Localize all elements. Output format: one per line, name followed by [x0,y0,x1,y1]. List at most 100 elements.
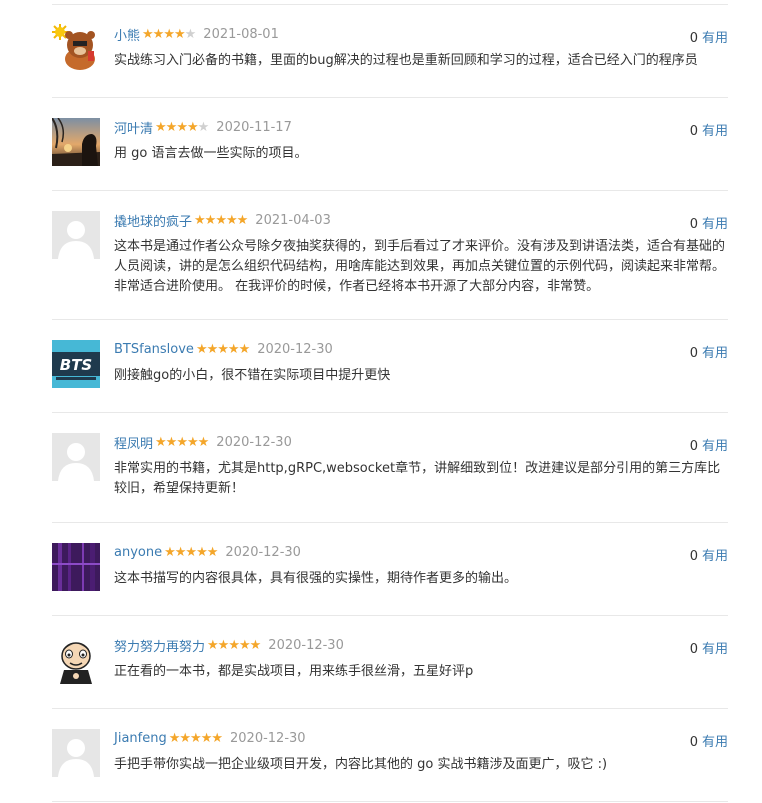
star-filled-icon: ★ [211,730,223,746]
star-filled-icon: ★ [176,119,188,135]
useful-vote: 0 有用 [690,545,728,564]
useful-count: 0 [689,124,698,139]
useful-button[interactable]: 有用 [702,439,728,454]
star-filled-icon: ★ [217,637,230,653]
star-filled-icon: ★ [168,730,181,746]
default-avatar-icon [52,211,100,259]
useful-count: 0 [689,439,698,454]
useful-button[interactable]: 有用 [702,217,728,232]
avatar[interactable] [52,118,100,166]
star-empty-icon: ★ [197,119,210,135]
default-avatar-icon [52,433,100,481]
star-filled-icon: ★ [236,212,249,228]
avatar[interactable]: BTS [52,340,100,388]
default-avatar-icon [52,729,100,777]
star-rating: ★★★★★ [168,730,223,746]
review-date: 2020-12-30 [216,434,292,450]
reviewer-name[interactable]: 努力努力再努力 [114,636,205,655]
star-filled-icon: ★ [155,434,167,450]
review-date: 2020-12-30 [257,341,333,357]
star-filled-icon: ★ [186,434,199,450]
star-filled-icon: ★ [204,212,217,228]
review-item: anyone ★★★★★ 2020-12-30 0 有用 这本书描写的内容很具体，… [52,523,728,616]
review-date: 2021-04-03 [255,212,331,228]
star-filled-icon: ★ [152,26,165,42]
review-header: 程凤明 ★★★★★ 2020-12-30 [114,432,292,452]
star-filled-icon: ★ [165,119,178,135]
star-filled-icon: ★ [190,730,202,746]
reviewer-name[interactable]: anyone [114,545,162,560]
avatar[interactable] [52,433,100,481]
review-text: 实战练习入门必备的书籍，里面的bug解决的过程也是重新回顾和学习的过程，适合已经… [114,53,698,68]
review-date: 2020-12-30 [225,544,301,560]
useful-vote: 0 有用 [690,342,728,361]
star-filled-icon: ★ [215,212,227,228]
star-filled-icon: ★ [195,341,208,357]
useful-vote: 0 有用 [690,27,728,46]
star-filled-icon: ★ [238,637,251,653]
star-filled-icon: ★ [207,637,219,653]
review-item: BTS BTSfanslove ★★★★★ 2020-12-30 0 有用 刚接触… [52,320,728,413]
useful-button[interactable]: 有用 [702,31,728,46]
review-text: 刚接触go的小白，很不错在实际项目中提升更快 [114,368,391,383]
star-filled-icon: ★ [197,434,210,450]
useful-vote: 0 有用 [690,638,728,657]
star-filled-icon: ★ [194,212,206,228]
reviewer-name[interactable]: BTSfanslove [114,342,194,357]
useful-vote: 0 有用 [690,120,728,139]
review-text: 手把手带你实战一把企业级项目开发，内容比其他的 go 实战书籍涉及面更广，吸它 … [114,757,608,772]
useful-button[interactable]: 有用 [702,549,728,564]
reviewer-name[interactable]: 河叶清 [114,118,153,137]
useful-vote: 0 有用 [690,435,728,454]
reviewer-name[interactable]: Jianfeng [114,731,167,746]
reviewer-name[interactable]: 小熊 [114,25,140,44]
review-header: 撬地球的疯子 ★★★★★ 2021-04-03 [114,210,331,230]
avatar[interactable] [52,211,100,259]
review-item: 撬地球的疯子 ★★★★★ 2021-04-03 0 有用 这本书是通过作者公众号除… [52,191,728,320]
divider [52,801,728,802]
review-item: 努力努力再努力 ★★★★★ 2020-12-30 0 有用 正在看的一本书，都是实… [52,616,728,709]
star-rating: ★★★★★ [155,434,210,450]
star-rating: ★★★★★ [195,341,250,357]
bts-logo-text: BTS [60,356,92,374]
review-header: BTSfanslove ★★★★★ 2020-12-30 [114,339,333,359]
star-filled-icon: ★ [186,119,199,135]
useful-count: 0 [689,549,698,564]
star-rating: ★★★★★ [164,544,219,560]
useful-vote: 0 有用 [690,213,728,232]
star-filled-icon: ★ [225,212,238,228]
avatar[interactable] [52,23,100,71]
review-header: 小熊 ★★★★★ 2021-08-01 [114,24,279,44]
useful-count: 0 [689,735,698,750]
review-text: 用 go 语言去做一些实际的项目。 [114,146,308,161]
star-filled-icon: ★ [206,544,219,560]
useful-button[interactable]: 有用 [702,642,728,657]
useful-button[interactable]: 有用 [702,346,728,361]
useful-count: 0 [689,346,698,361]
star-filled-icon: ★ [196,544,208,560]
review-header: 努力努力再努力 ★★★★★ 2020-12-30 [114,635,344,655]
useful-count: 0 [689,642,698,657]
avatar[interactable] [52,729,100,777]
review-item: Jianfeng ★★★★★ 2020-12-30 0 有用 手把手带你实战一把企… [52,709,728,802]
reviewer-name[interactable]: 程凤明 [114,433,153,452]
avatar[interactable] [52,636,100,684]
purple-avatar-icon [52,543,100,591]
star-filled-icon: ★ [185,544,197,560]
review-date: 2021-08-01 [203,26,279,42]
star-rating: ★★★★★ [207,637,261,653]
useful-count: 0 [689,31,698,46]
star-filled-icon: ★ [228,637,240,653]
star-filled-icon: ★ [174,544,187,560]
review-text: 非常实用的书籍，尤其是http,gRPC,websocket章节，讲解细致到位！… [114,461,721,496]
avatar[interactable] [52,543,100,591]
useful-button[interactable]: 有用 [702,124,728,139]
star-filled-icon: ★ [142,26,154,42]
star-empty-icon: ★ [184,26,197,42]
review-date: 2020-12-30 [268,637,344,653]
useful-vote: 0 有用 [690,731,728,750]
star-filled-icon: ★ [179,730,191,746]
useful-button[interactable]: 有用 [702,735,728,750]
reviewer-name[interactable]: 撬地球的疯子 [114,211,192,230]
star-rating: ★★★★★ [194,212,249,228]
